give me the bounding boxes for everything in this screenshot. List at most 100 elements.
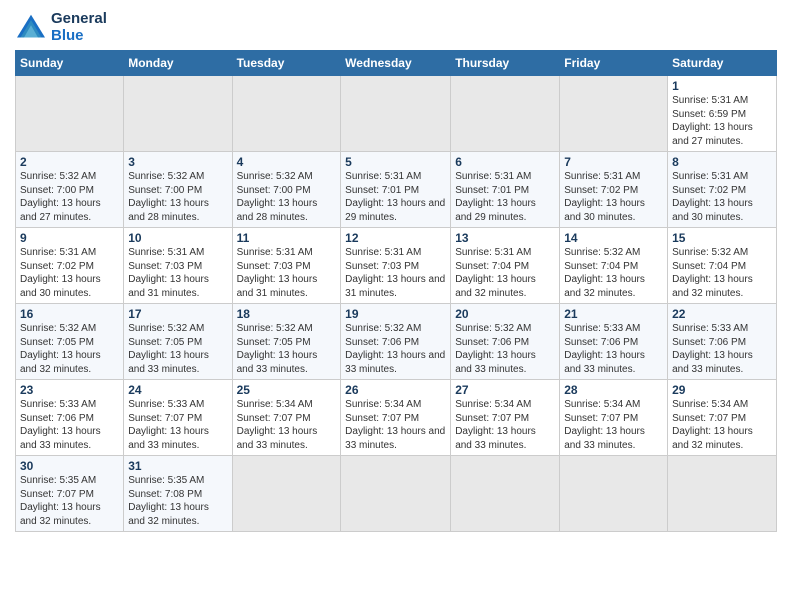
day-number: 13 (455, 231, 555, 245)
logo: General Blue (15, 10, 107, 44)
day-number: 28 (564, 383, 663, 397)
day-number: 24 (128, 383, 227, 397)
calendar-cell: 3Sunrise: 5:32 AMSunset: 7:00 PMDaylight… (124, 152, 232, 228)
calendar-cell: 31Sunrise: 5:35 AMSunset: 7:08 PMDayligh… (124, 456, 232, 532)
col-header-friday: Friday (560, 51, 668, 76)
day-number: 17 (128, 307, 227, 321)
calendar-cell: 18Sunrise: 5:32 AMSunset: 7:05 PMDayligh… (232, 304, 341, 380)
calendar-week-5: 30Sunrise: 5:35 AMSunset: 7:07 PMDayligh… (16, 456, 777, 532)
day-info: Sunrise: 5:33 AMSunset: 7:06 PMDaylight:… (672, 322, 772, 376)
calendar-cell: 15Sunrise: 5:32 AMSunset: 7:04 PMDayligh… (668, 228, 777, 304)
calendar-cell: 7Sunrise: 5:31 AMSunset: 7:02 PMDaylight… (560, 152, 668, 228)
day-number: 6 (455, 155, 555, 169)
calendar-week-2: 9Sunrise: 5:31 AMSunset: 7:02 PMDaylight… (16, 228, 777, 304)
calendar-week-3: 16Sunrise: 5:32 AMSunset: 7:05 PMDayligh… (16, 304, 777, 380)
calendar-cell (341, 456, 451, 532)
day-number: 5 (345, 155, 446, 169)
calendar-cell: 20Sunrise: 5:32 AMSunset: 7:06 PMDayligh… (451, 304, 560, 380)
calendar-cell: 25Sunrise: 5:34 AMSunset: 7:07 PMDayligh… (232, 380, 341, 456)
calendar-cell (451, 456, 560, 532)
calendar-cell (232, 76, 341, 152)
day-info: Sunrise: 5:32 AMSunset: 7:04 PMDaylight:… (564, 246, 663, 300)
calendar-cell: 27Sunrise: 5:34 AMSunset: 7:07 PMDayligh… (451, 380, 560, 456)
day-number: 20 (455, 307, 555, 321)
day-number: 21 (564, 307, 663, 321)
day-info: Sunrise: 5:32 AMSunset: 7:00 PMDaylight:… (128, 170, 227, 224)
day-number: 3 (128, 155, 227, 169)
day-number: 9 (20, 231, 119, 245)
calendar-cell (451, 76, 560, 152)
col-header-sunday: Sunday (16, 51, 124, 76)
calendar-cell (341, 76, 451, 152)
calendar-cell (124, 76, 232, 152)
day-info: Sunrise: 5:32 AMSunset: 7:00 PMDaylight:… (20, 170, 119, 224)
calendar-cell: 17Sunrise: 5:32 AMSunset: 7:05 PMDayligh… (124, 304, 232, 380)
calendar-cell: 6Sunrise: 5:31 AMSunset: 7:01 PMDaylight… (451, 152, 560, 228)
calendar-cell: 9Sunrise: 5:31 AMSunset: 7:02 PMDaylight… (16, 228, 124, 304)
page-container: General Blue SundayMondayTuesdayWednesda… (0, 0, 792, 542)
day-number: 27 (455, 383, 555, 397)
calendar-cell (560, 76, 668, 152)
day-info: Sunrise: 5:34 AMSunset: 7:07 PMDaylight:… (455, 398, 555, 452)
day-info: Sunrise: 5:32 AMSunset: 7:00 PMDaylight:… (237, 170, 337, 224)
calendar-cell: 21Sunrise: 5:33 AMSunset: 7:06 PMDayligh… (560, 304, 668, 380)
day-number: 29 (672, 383, 772, 397)
calendar-cell: 19Sunrise: 5:32 AMSunset: 7:06 PMDayligh… (341, 304, 451, 380)
day-number: 14 (564, 231, 663, 245)
day-info: Sunrise: 5:32 AMSunset: 7:06 PMDaylight:… (345, 322, 446, 376)
col-header-wednesday: Wednesday (341, 51, 451, 76)
day-info: Sunrise: 5:31 AMSunset: 7:01 PMDaylight:… (345, 170, 446, 224)
day-number: 30 (20, 459, 119, 473)
col-header-thursday: Thursday (451, 51, 560, 76)
day-info: Sunrise: 5:35 AMSunset: 7:07 PMDaylight:… (20, 474, 119, 528)
day-info: Sunrise: 5:35 AMSunset: 7:08 PMDaylight:… (128, 474, 227, 528)
calendar-cell: 30Sunrise: 5:35 AMSunset: 7:07 PMDayligh… (16, 456, 124, 532)
calendar-cell: 23Sunrise: 5:33 AMSunset: 7:06 PMDayligh… (16, 380, 124, 456)
day-info: Sunrise: 5:34 AMSunset: 7:07 PMDaylight:… (672, 398, 772, 452)
day-number: 22 (672, 307, 772, 321)
calendar-cell: 8Sunrise: 5:31 AMSunset: 7:02 PMDaylight… (668, 152, 777, 228)
header-row: SundayMondayTuesdayWednesdayThursdayFrid… (16, 51, 777, 76)
day-info: Sunrise: 5:31 AMSunset: 7:02 PMDaylight:… (20, 246, 119, 300)
col-header-saturday: Saturday (668, 51, 777, 76)
calendar-week-1: 2Sunrise: 5:32 AMSunset: 7:00 PMDaylight… (16, 152, 777, 228)
day-info: Sunrise: 5:31 AMSunset: 7:04 PMDaylight:… (455, 246, 555, 300)
day-info: Sunrise: 5:34 AMSunset: 7:07 PMDaylight:… (345, 398, 446, 452)
day-info: Sunrise: 5:31 AMSunset: 7:03 PMDaylight:… (345, 246, 446, 300)
day-number: 18 (237, 307, 337, 321)
day-number: 4 (237, 155, 337, 169)
day-number: 23 (20, 383, 119, 397)
day-info: Sunrise: 5:32 AMSunset: 7:05 PMDaylight:… (20, 322, 119, 376)
day-number: 15 (672, 231, 772, 245)
day-info: Sunrise: 5:33 AMSunset: 7:06 PMDaylight:… (20, 398, 119, 452)
day-number: 25 (237, 383, 337, 397)
day-info: Sunrise: 5:32 AMSunset: 7:05 PMDaylight:… (128, 322, 227, 376)
day-number: 26 (345, 383, 446, 397)
day-info: Sunrise: 5:31 AMSunset: 7:02 PMDaylight:… (672, 170, 772, 224)
calendar-cell (668, 456, 777, 532)
logo-text: General Blue (51, 10, 107, 44)
calendar-cell: 1Sunrise: 5:31 AMSunset: 6:59 PMDaylight… (668, 76, 777, 152)
day-info: Sunrise: 5:32 AMSunset: 7:06 PMDaylight:… (455, 322, 555, 376)
day-info: Sunrise: 5:31 AMSunset: 7:03 PMDaylight:… (128, 246, 227, 300)
header: General Blue (15, 10, 777, 44)
day-number: 8 (672, 155, 772, 169)
day-number: 19 (345, 307, 446, 321)
calendar-week-0: 1Sunrise: 5:31 AMSunset: 6:59 PMDaylight… (16, 76, 777, 152)
calendar-cell: 2Sunrise: 5:32 AMSunset: 7:00 PMDaylight… (16, 152, 124, 228)
day-info: Sunrise: 5:31 AMSunset: 7:02 PMDaylight:… (564, 170, 663, 224)
calendar-cell: 10Sunrise: 5:31 AMSunset: 7:03 PMDayligh… (124, 228, 232, 304)
col-header-tuesday: Tuesday (232, 51, 341, 76)
calendar-cell: 24Sunrise: 5:33 AMSunset: 7:07 PMDayligh… (124, 380, 232, 456)
calendar-cell: 5Sunrise: 5:31 AMSunset: 7:01 PMDaylight… (341, 152, 451, 228)
calendar-cell: 29Sunrise: 5:34 AMSunset: 7:07 PMDayligh… (668, 380, 777, 456)
calendar-cell: 22Sunrise: 5:33 AMSunset: 7:06 PMDayligh… (668, 304, 777, 380)
day-info: Sunrise: 5:32 AMSunset: 7:05 PMDaylight:… (237, 322, 337, 376)
col-header-monday: Monday (124, 51, 232, 76)
day-info: Sunrise: 5:34 AMSunset: 7:07 PMDaylight:… (564, 398, 663, 452)
day-number: 10 (128, 231, 227, 245)
calendar-cell (232, 456, 341, 532)
calendar-cell: 14Sunrise: 5:32 AMSunset: 7:04 PMDayligh… (560, 228, 668, 304)
day-number: 1 (672, 79, 772, 93)
calendar-cell (560, 456, 668, 532)
